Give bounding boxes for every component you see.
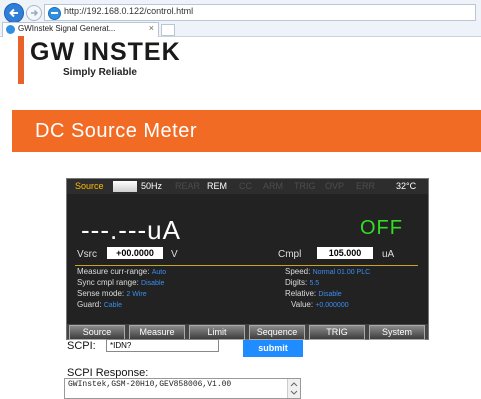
speed-label: Speed: — [285, 267, 311, 276]
back-button[interactable] — [4, 3, 24, 23]
gw-instek-logo: GW INSTEK — [30, 38, 181, 66]
softkey-source[interactable]: Source — [69, 325, 125, 340]
ie-icon — [48, 7, 61, 20]
status-cc: CC — [239, 181, 252, 191]
value-label: Value: — [291, 300, 314, 309]
relative-row: Relative: Disable — [285, 289, 342, 298]
sense-mode-row: Sense mode: 2 Wire — [77, 289, 147, 298]
speed-value: Normal 01.00 PLC — [312, 269, 371, 276]
softkey-bar: Source Measure Limit Sequence TRIG Syste… — [67, 324, 428, 340]
scpi-response-text: GWInstek,GSM-20H10,GEV858006,V1.00 — [68, 380, 232, 389]
sense-mode-label: Sense mode: — [77, 289, 125, 298]
cmpl-label: Cmpl — [278, 249, 302, 260]
title-band: DC Source Meter — [12, 110, 481, 152]
status-arm: ARM — [263, 181, 283, 191]
value-row: Value: +0.000000 — [291, 300, 349, 309]
measure-range-value: Auto — [151, 269, 167, 276]
scrollbar[interactable] — [287, 379, 300, 398]
vsrc-label: Vsrc — [77, 249, 97, 260]
sync-cmpl-value: Disable — [141, 280, 165, 287]
guard-value: Cable — [103, 302, 122, 309]
softkey-limit[interactable]: Limit — [189, 325, 245, 340]
close-icon[interactable]: × — [149, 23, 154, 33]
arrow-left-icon — [9, 8, 18, 18]
status-ovp: OVP — [325, 181, 345, 191]
guard-row: Guard: Cable — [77, 300, 122, 309]
browser-chrome: http://192.168.0.122/control.html GWInst… — [0, 0, 481, 37]
url-text: http://192.168.0.122/control.html — [64, 6, 194, 16]
submit-button[interactable]: submit — [243, 340, 303, 357]
divider — [75, 265, 418, 266]
status-freq: 50Hz — [141, 181, 163, 191]
scpi-response-box[interactable]: GWInstek,GSM-20H10,GEV858006,V1.00 — [64, 378, 301, 399]
digits-label: Digits: — [285, 278, 308, 287]
sync-cmpl-row: Sync cmpl range: Disable — [77, 278, 164, 287]
speed-row: Speed: Normal 01.00 PLC — [285, 267, 370, 276]
brand-accent-bar — [18, 36, 24, 84]
new-tab-button[interactable] — [161, 24, 175, 36]
status-temperature: 32°C — [396, 181, 417, 191]
status-source: Source — [75, 181, 104, 191]
relative-value: Disable — [318, 291, 342, 298]
digits-row: Digits: 5.5 — [285, 278, 319, 287]
scpi-input[interactable] — [106, 339, 219, 352]
scroll-arrows-icon — [290, 382, 298, 395]
measure-range-label: Measure curr-range: — [77, 267, 150, 276]
cmpl-unit: uA — [382, 249, 395, 260]
instrument-display: Source 50Hz REAR REM CC ARM TRIG OVP ERR… — [66, 178, 429, 340]
vsrc-unit: V — [171, 249, 178, 260]
status-err: ERR — [356, 181, 376, 191]
sync-cmpl-label: Sync cmpl range: — [77, 278, 139, 287]
softkey-sequence[interactable]: Sequence — [249, 325, 305, 340]
softkey-system[interactable]: System — [369, 325, 425, 340]
status-indicator — [113, 181, 137, 192]
vsrc-value-field[interactable]: +00.0000 — [107, 247, 163, 259]
forward-button[interactable] — [26, 5, 42, 21]
guard-label: Guard: — [77, 300, 102, 309]
softkey-measure[interactable]: Measure — [129, 325, 185, 340]
value-value: +0.000000 — [315, 302, 349, 309]
browser-tab[interactable]: GWInstek Signal Generat... × — [2, 22, 159, 37]
slogan: Simply Reliable — [63, 67, 137, 78]
softkey-trig[interactable]: TRIG — [309, 325, 365, 340]
arrow-right-icon — [31, 9, 39, 17]
digits-value: 5.5 — [309, 280, 320, 287]
cmpl-value-field[interactable]: 105.000 — [317, 247, 373, 259]
status-trig: TRIG — [294, 181, 316, 191]
ie-icon — [6, 25, 15, 34]
status-rem: REM — [207, 181, 227, 191]
status-rear: REAR — [175, 181, 201, 191]
page-title: DC Source Meter — [35, 120, 197, 142]
scpi-label: SCPI: — [67, 340, 96, 352]
relative-label: Relative: — [285, 289, 317, 298]
sense-mode-value: 2 Wire — [126, 291, 147, 298]
address-bar[interactable]: http://192.168.0.122/control.html — [44, 4, 476, 21]
measure-range-row: Measure curr-range: Auto — [77, 267, 166, 276]
status-bar: Source 50Hz REAR REM CC ARM TRIG OVP ERR… — [67, 179, 428, 194]
measurement-reading: ---.---uA — [81, 215, 181, 245]
output-state: OFF — [360, 217, 403, 239]
tab-title: GWInstek Signal Generat... — [18, 24, 116, 33]
